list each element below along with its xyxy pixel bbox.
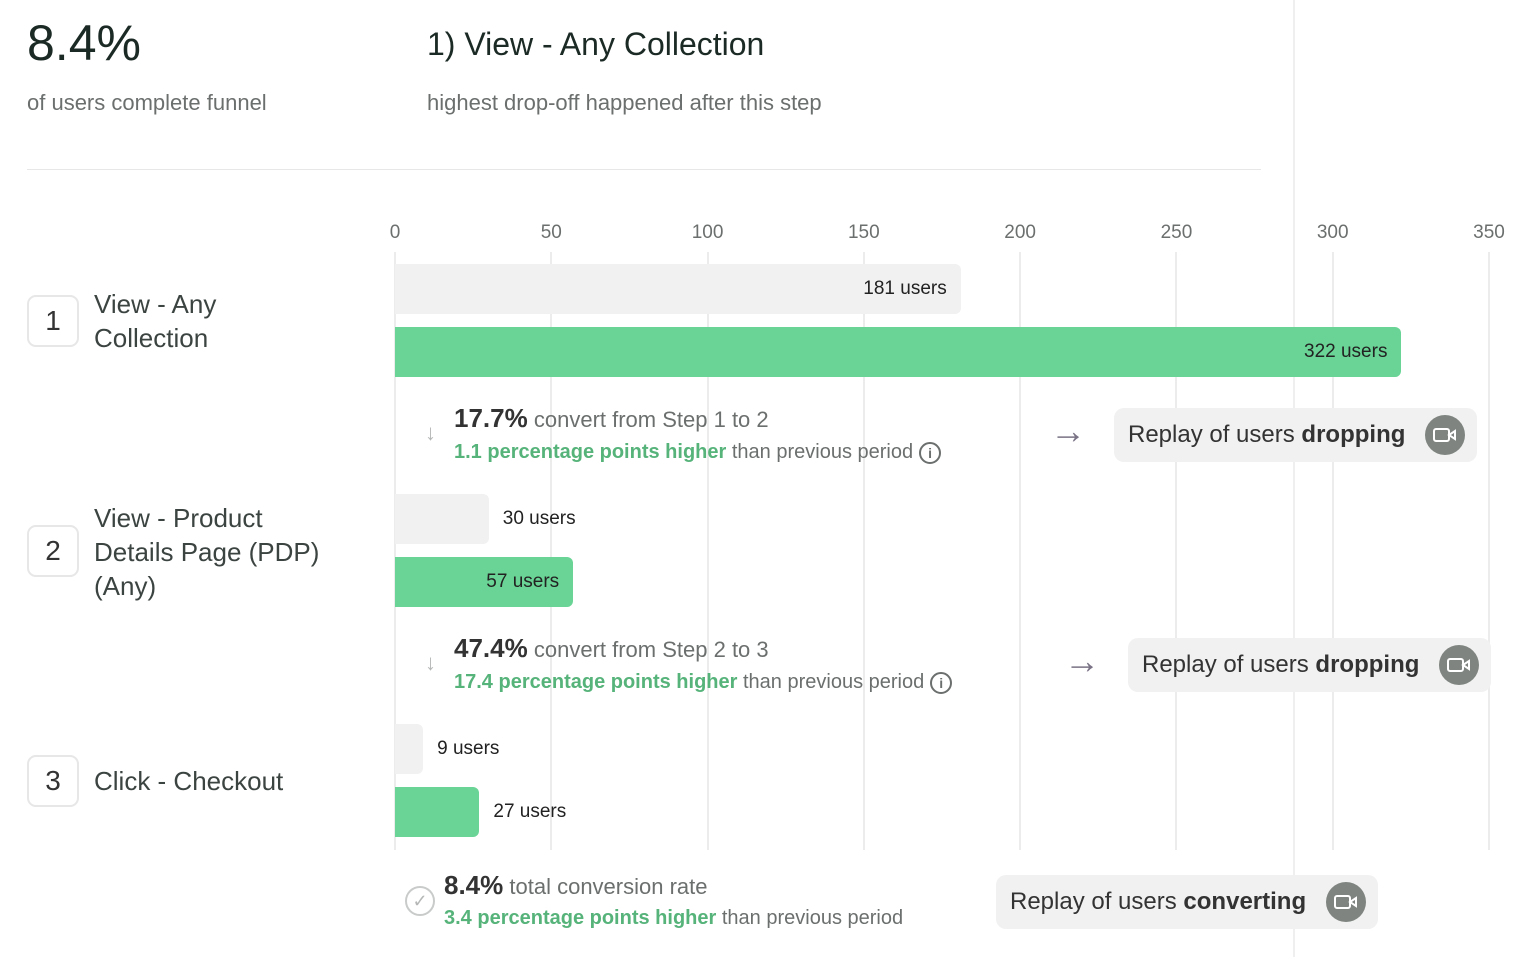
conversion-delta: 1.1 percentage points higher than previo…: [454, 441, 942, 464]
replay-converting-button[interactable]: Replay of users converting: [996, 875, 1379, 929]
total-conversion-rate: 8.4% total conversion rate: [444, 870, 708, 900]
video-camera-icon: [1439, 645, 1480, 685]
x-tick-label: 100: [691, 222, 724, 243]
x-tick-label: 300: [1316, 222, 1349, 243]
bar-value-label: 27 users: [493, 801, 567, 822]
video-camera-icon: [1425, 415, 1466, 455]
arrow-right-icon: →: [1064, 640, 1100, 681]
gridline: [1488, 252, 1490, 850]
x-tick-label: 200: [1004, 222, 1036, 243]
check-circle-icon: ✓: [405, 886, 435, 916]
bar-value-label: 57 users: [486, 571, 560, 592]
x-tick-label: 350: [1473, 222, 1505, 243]
conversion-rate: 47.4% convert from Step 2 to 3: [454, 633, 769, 663]
info-icon[interactable]: i: [930, 671, 953, 694]
step-label: View - Product Details Page (PDP) (Any): [94, 503, 320, 601]
bar-value-label: 30 users: [502, 508, 576, 529]
bar-value-label: 9 users: [437, 738, 500, 759]
step-number: 1: [27, 295, 79, 347]
arrow-down-icon: ↓: [425, 650, 436, 675]
step-label: Click - Checkout: [94, 766, 284, 796]
conversion-rate: 17.7% convert from Step 1 to 2: [454, 403, 769, 433]
x-tick-label: 0: [389, 222, 401, 243]
x-tick-label: 250: [1160, 222, 1193, 243]
completion-rate: 8.4%: [27, 15, 141, 71]
info-icon[interactable]: i: [919, 441, 942, 464]
replay-dropping-button[interactable]: Replay of users dropping: [1114, 408, 1478, 462]
divider: [27, 169, 1261, 170]
arrow-right-icon: →: [1050, 410, 1086, 451]
current-period-bar[interactable]: 322 users: [395, 327, 1402, 377]
previous-period-bar[interactable]: [395, 724, 424, 774]
step-label: View - Any Collection: [94, 289, 217, 353]
bar-value-label: 181 users: [863, 278, 947, 299]
conversion-delta: 17.4 percentage points higher than previ…: [454, 671, 953, 694]
step-number: 2: [27, 525, 79, 577]
dropoff-step: 1) View - Any Collection: [427, 26, 765, 62]
previous-period-bar[interactable]: 181 users: [395, 264, 961, 314]
dropoff-label: highest drop-off happened after this ste…: [427, 90, 822, 115]
completion-label: of users complete funnel: [27, 90, 267, 115]
total-conversion-delta: 3.4 percentage points higher than previo…: [444, 907, 904, 929]
current-period-bar[interactable]: [395, 787, 480, 837]
replay-dropping-button[interactable]: Replay of users dropping: [1128, 638, 1492, 692]
bar-value-label: 322 users: [1304, 341, 1388, 362]
x-tick-label: 150: [847, 222, 880, 243]
video-camera-icon: [1326, 882, 1367, 922]
x-tick-label: 50: [540, 222, 562, 243]
current-period-bar[interactable]: 57 users: [395, 557, 574, 607]
column-divider: [1293, 0, 1295, 957]
step-number: 3: [27, 755, 79, 807]
arrow-down-icon: ↓: [425, 420, 436, 445]
previous-period-bar[interactable]: [395, 494, 489, 544]
